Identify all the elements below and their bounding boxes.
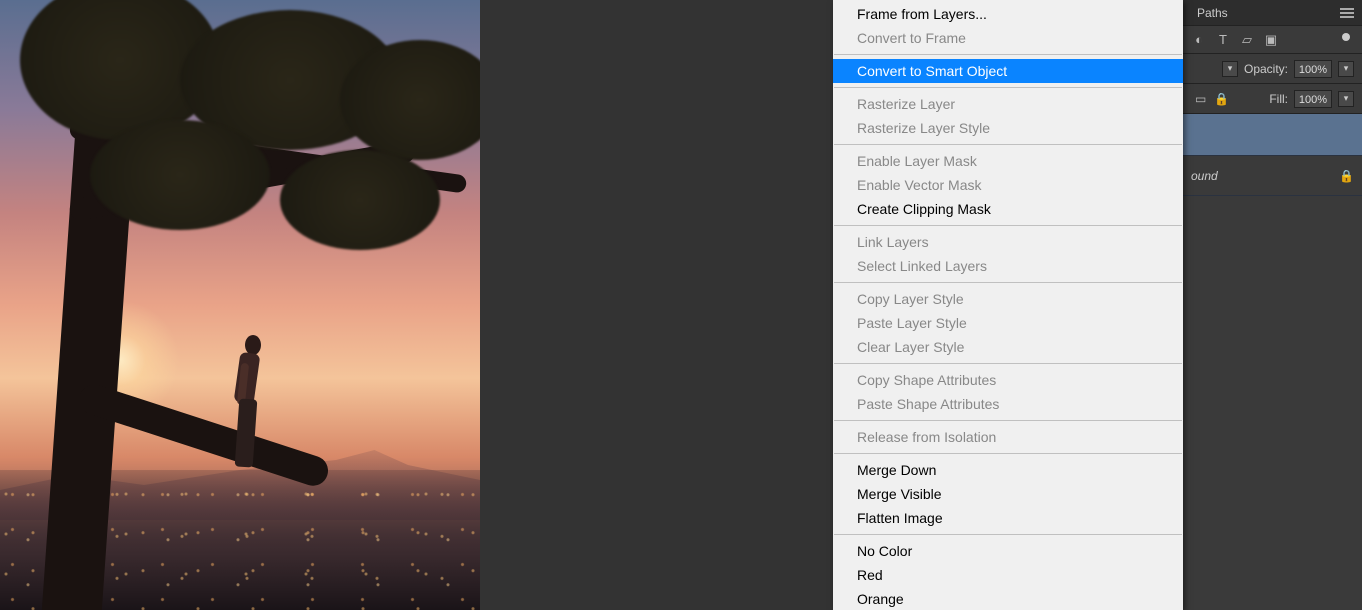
menu-item-paste-layer-style: Paste Layer Style (833, 311, 1183, 335)
filter-smart-icon[interactable]: ▣ (1263, 32, 1279, 48)
layer-row-selected[interactable] (1183, 114, 1362, 156)
layer-context-menu: Frame from Layers...Convert to Frame Conv… (833, 0, 1183, 610)
layers-panel: Paths ◐ T ▱ ▣ ▾ Opacity: 100% ▾ ▭ 🔒 Fill… (1182, 0, 1362, 610)
menu-item-copy-layer-style: Copy Layer Style (833, 287, 1183, 311)
blend-mode-dropdown-arrow[interactable]: ▾ (1222, 61, 1238, 77)
document-image[interactable] (0, 0, 480, 610)
menu-item-red[interactable]: Red (833, 563, 1183, 587)
menu-item-enable-vector-mask: Enable Vector Mask (833, 173, 1183, 197)
menu-separator (834, 453, 1182, 454)
filter-type-icon[interactable]: T (1215, 32, 1231, 48)
menu-item-release-from-isolation: Release from Isolation (833, 425, 1183, 449)
menu-item-clear-layer-style: Clear Layer Style (833, 335, 1183, 359)
lock-all-icon[interactable]: 🔒 (1214, 92, 1229, 106)
menu-item-copy-shape-attributes: Copy Shape Attributes (833, 368, 1183, 392)
menu-separator (834, 54, 1182, 55)
menu-item-create-clipping-mask[interactable]: Create Clipping Mask (833, 197, 1183, 221)
lock-icon[interactable]: 🔒 (1339, 169, 1354, 183)
opacity-label: Opacity: (1244, 62, 1288, 76)
menu-item-no-color[interactable]: No Color (833, 539, 1183, 563)
layer-filter-row: ◐ T ▱ ▣ (1183, 26, 1362, 54)
menu-item-select-linked-layers: Select Linked Layers (833, 254, 1183, 278)
layer-name-background: ound (1191, 169, 1218, 183)
filter-toggle-icon[interactable] (1342, 33, 1350, 41)
menu-item-merge-down[interactable]: Merge Down (833, 458, 1183, 482)
panel-tab-bar: Paths (1183, 0, 1362, 26)
menu-separator (834, 87, 1182, 88)
menu-item-link-layers: Link Layers (833, 230, 1183, 254)
tree-foliage (90, 120, 270, 230)
menu-separator (834, 144, 1182, 145)
menu-item-flatten-image[interactable]: Flatten Image (833, 506, 1183, 530)
fill-label: Fill: (1269, 92, 1288, 106)
menu-item-merge-visible[interactable]: Merge Visible (833, 482, 1183, 506)
lock-fill-row: ▭ 🔒 Fill: 100% ▾ (1183, 84, 1362, 114)
filter-adjustment-icon[interactable]: ◐ (1191, 32, 1207, 48)
menu-item-convert-to-smart-object[interactable]: Convert to Smart Object (833, 59, 1183, 83)
panel-menu-icon[interactable] (1340, 8, 1354, 18)
menu-item-frame-from-layers[interactable]: Frame from Layers... (833, 2, 1183, 26)
fill-dropdown-arrow[interactable]: ▾ (1338, 91, 1354, 107)
lock-icons-group: ▭ 🔒 (1195, 92, 1229, 106)
menu-separator (834, 363, 1182, 364)
filter-shape-icon[interactable]: ▱ (1239, 32, 1255, 48)
menu-item-convert-to-frame: Convert to Frame (833, 26, 1183, 50)
opacity-dropdown-arrow[interactable]: ▾ (1338, 61, 1354, 77)
menu-separator (834, 225, 1182, 226)
menu-item-orange[interactable]: Orange (833, 587, 1183, 610)
menu-item-rasterize-layer: Rasterize Layer (833, 92, 1183, 116)
menu-separator (834, 420, 1182, 421)
person-silhouette (225, 335, 265, 480)
tab-paths[interactable]: Paths (1191, 4, 1234, 22)
menu-separator (834, 534, 1182, 535)
lock-artboard-icon[interactable]: ▭ (1195, 92, 1206, 106)
fill-field[interactable]: 100% (1294, 90, 1332, 108)
layer-row-background[interactable]: ound 🔒 (1183, 156, 1362, 196)
blend-opacity-row: ▾ Opacity: 100% ▾ (1183, 54, 1362, 84)
opacity-field[interactable]: 100% (1294, 60, 1332, 78)
canvas-area (0, 0, 480, 610)
menu-item-paste-shape-attributes: Paste Shape Attributes (833, 392, 1183, 416)
menu-item-enable-layer-mask: Enable Layer Mask (833, 149, 1183, 173)
menu-separator (834, 282, 1182, 283)
menu-item-rasterize-layer-style: Rasterize Layer Style (833, 116, 1183, 140)
tree-foliage (280, 150, 440, 250)
